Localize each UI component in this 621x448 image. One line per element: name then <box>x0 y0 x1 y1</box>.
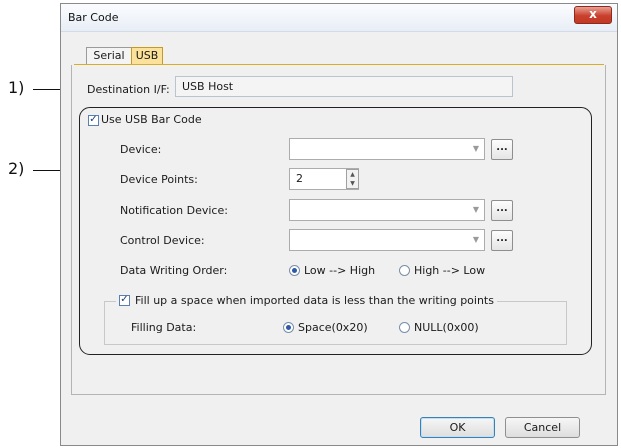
destination-label: Destination I/F: <box>87 83 170 96</box>
tab-serial-label: Serial <box>93 49 125 62</box>
fill-space-header: ✓ Fill up a space when imported data is … <box>116 294 497 308</box>
use-usb-label: Use USB Bar Code <box>101 113 202 126</box>
filling-null-radio[interactable] <box>399 322 410 333</box>
close-button[interactable]: x <box>574 6 612 24</box>
order-low-high-label: Low --> High <box>304 264 376 277</box>
callout-2-label: 2) <box>8 159 25 178</box>
destination-field: USB Host <box>175 76 513 97</box>
chevron-down-icon: ▼ <box>472 235 479 244</box>
title-bar: Bar Code x <box>61 4 617 32</box>
filling-space-label: Space(0x20) <box>298 321 368 334</box>
tab-serial[interactable]: Serial <box>86 47 132 65</box>
filling-null-label: NULL(0x00) <box>414 321 479 334</box>
spin-up-icon[interactable]: ▲ <box>347 170 358 179</box>
use-usb-checkbox[interactable]: ✓ <box>88 115 99 126</box>
ok-button[interactable]: OK <box>420 417 495 438</box>
control-device-browse-button[interactable]: ... <box>491 230 513 251</box>
notification-device-browse-button[interactable]: ... <box>491 200 513 221</box>
device-combobox[interactable]: ▼ <box>289 138 485 160</box>
data-writing-order-label: Data Writing Order: <box>120 264 228 277</box>
fill-space-checkbox[interactable]: ✓ <box>119 295 130 306</box>
device-points-spinner[interactable]: ▲ ▼ <box>346 169 359 189</box>
filling-data-label: Filling Data: <box>131 321 197 334</box>
notification-device-label: Notification Device: <box>120 204 228 217</box>
chevron-down-icon: ▼ <box>472 205 479 214</box>
filling-space-radio[interactable] <box>283 322 294 333</box>
fill-space-label: Fill up a space when imported data is le… <box>135 294 494 307</box>
device-points-label: Device Points: <box>120 173 198 186</box>
order-low-high-radio[interactable] <box>289 265 300 276</box>
cancel-button[interactable]: Cancel <box>505 417 580 438</box>
tab-usb-label: USB <box>135 49 159 62</box>
callout-1-label: 1) <box>8 78 25 97</box>
notification-device-combobox[interactable]: ▼ <box>289 199 485 221</box>
chevron-down-icon: ▼ <box>472 144 479 153</box>
close-icon: x <box>589 7 597 21</box>
device-label: Device: <box>120 143 162 156</box>
tab-usb[interactable]: USB <box>131 47 163 65</box>
control-device-combobox[interactable]: ▼ <box>289 229 485 251</box>
control-device-label: Control Device: <box>120 234 205 247</box>
order-high-low-label: High --> Low <box>414 264 486 277</box>
order-high-low-radio[interactable] <box>399 265 410 276</box>
spin-down-icon[interactable]: ▼ <box>347 179 358 188</box>
window-title: Bar Code <box>68 11 119 24</box>
device-browse-button[interactable]: ... <box>491 139 513 160</box>
